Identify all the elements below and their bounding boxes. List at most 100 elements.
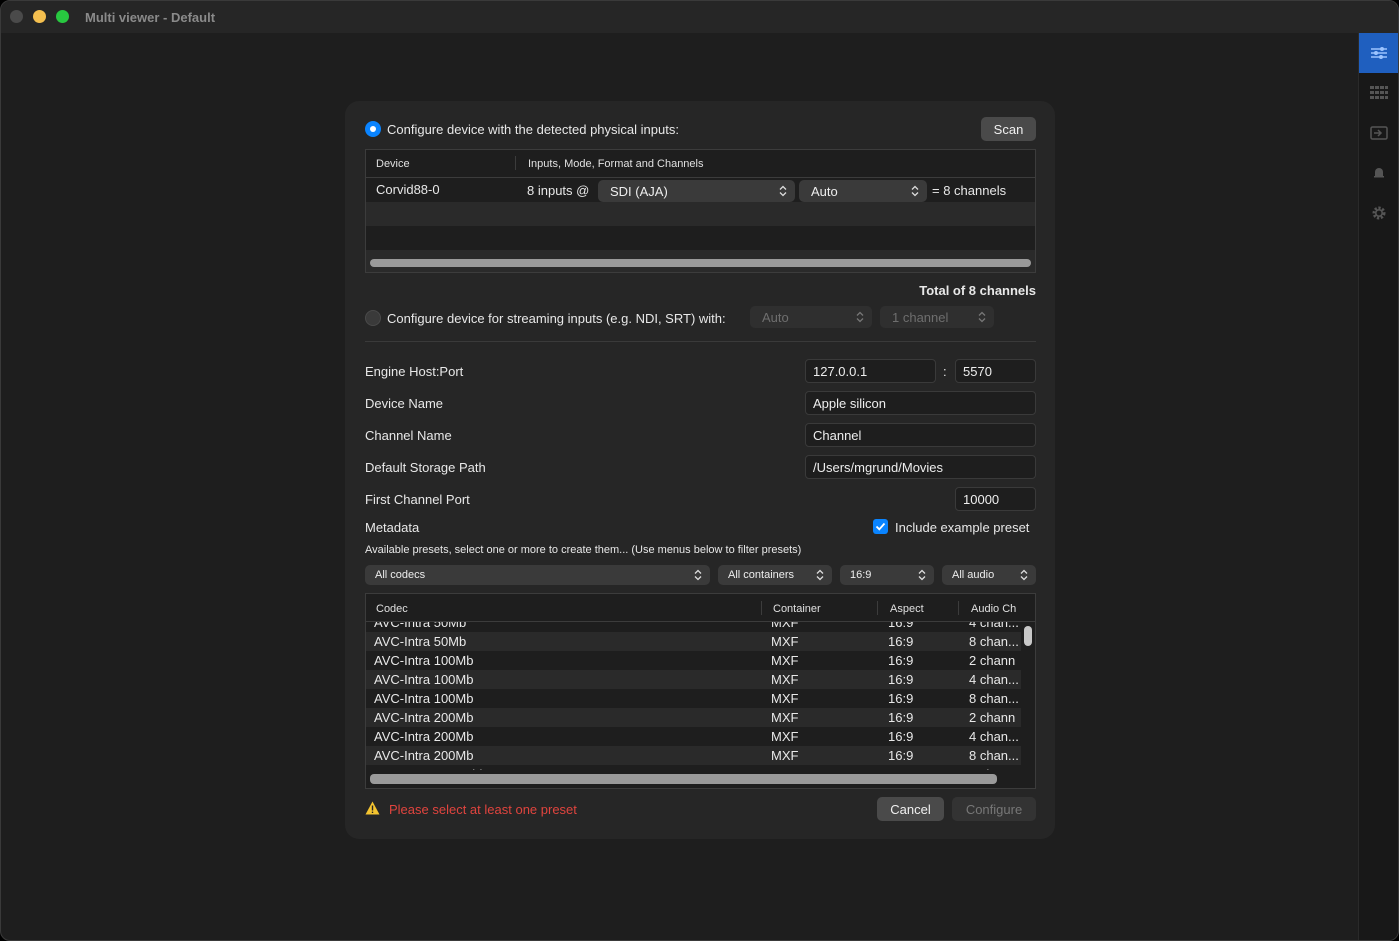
preset-container-cell: MXF: [771, 729, 799, 744]
metadata-label: Metadata: [365, 520, 420, 535]
vertical-scrollbar-track: [1021, 622, 1035, 770]
horizontal-scrollbar[interactable]: [370, 259, 1031, 267]
channels-cell: = 8 channels: [932, 183, 1007, 198]
header-divider: [366, 621, 1035, 622]
maximize-window-button[interactable]: [56, 10, 69, 23]
preset-container-cell: MXF: [771, 710, 799, 725]
vertical-scrollbar[interactable]: [1024, 626, 1032, 646]
preset-aspect-cell: 16:9: [888, 691, 914, 706]
mode-value: SDI (AJA): [610, 183, 668, 199]
grid-button[interactable]: [1359, 73, 1398, 113]
storage-path-field[interactable]: /Users/mgrund/Movies: [805, 455, 1036, 479]
input-button[interactable]: [1359, 113, 1398, 153]
preset-aspect-cell: 16:9: [888, 653, 914, 668]
first-port-field[interactable]: 10000: [955, 487, 1036, 511]
settings-button[interactable]: [1359, 193, 1398, 233]
chevron-updown-icon: [779, 185, 787, 197]
streaming-format-popup[interactable]: Auto: [750, 306, 872, 328]
preset-container-cell: MXF: [771, 748, 799, 763]
device-row[interactable]: Corvid88-0 8 inputs @ SDI (AJA) Auto = 8…: [366, 178, 1035, 202]
physical-inputs-label: Configure device with the detected physi…: [387, 122, 679, 137]
cancel-button[interactable]: Cancel: [877, 797, 944, 821]
include-example-checkbox[interactable]: [873, 519, 888, 534]
horizontal-scrollbar[interactable]: [370, 774, 997, 784]
preset-row[interactable]: AVC-Intra 200Mb MXF 16:9 2 chann: [366, 708, 1021, 727]
configure-device-dialog: Configure device with the detected physi…: [345, 101, 1055, 839]
inputs-column-header[interactable]: Inputs, Mode, Format and Channels: [528, 158, 703, 170]
streaming-channels-popup[interactable]: 1 channel: [880, 306, 994, 328]
bell-icon: [1374, 168, 1384, 178]
preset-row[interactable]: AVC-Intra 50Mb MXF 16:9 8 chan...: [366, 632, 1021, 651]
sliders-icon: [1371, 47, 1387, 59]
streaming-format-value: Auto: [762, 309, 789, 325]
preset-row[interactable]: AVC-Intra 200Mb MXF 16:9 8 chan...: [366, 746, 1021, 765]
container-filter-popup[interactable]: All containers: [718, 565, 832, 585]
preset-row[interactable]: AVC-Intra 100Mb MXF 16:9 8 chan...: [366, 689, 1021, 708]
device-name-label: Device Name: [365, 396, 444, 411]
preset-audio-cell: 4 chan...: [969, 672, 1019, 687]
preset-row[interactable]: AVC-Intra 200Mb MXF 16:9 4 chan...: [366, 727, 1021, 746]
preset-container-cell: MXF: [771, 634, 799, 649]
scan-button[interactable]: Scan: [981, 117, 1036, 141]
sliders-button[interactable]: [1359, 33, 1398, 73]
preset-codec-cell: AVC-Intra 50Mb: [374, 634, 467, 649]
preset-codec-cell: AVC-Intra 100Mb: [374, 691, 474, 706]
warning-icon: [365, 801, 380, 815]
chevron-updown-icon: [1020, 569, 1028, 581]
storage-path-label: Default Storage Path: [365, 460, 486, 475]
audio-filter-value: All audio: [952, 569, 995, 581]
codec-filter-popup[interactable]: All codecs: [365, 565, 710, 585]
channel-name-field[interactable]: Channel: [805, 423, 1036, 447]
preset-audio-cell: 2 chann: [969, 710, 1016, 725]
device-name-cell: Corvid88-0: [376, 182, 440, 197]
empty-row: [366, 202, 1035, 226]
window-title: Multi viewer - Default: [85, 10, 216, 25]
preset-row[interactable]: AVC-Intra 100Mb MXF 16:9 2 chann: [366, 651, 1021, 670]
close-window-button[interactable]: [10, 10, 23, 23]
warning-message: Please select at least one preset: [389, 802, 577, 817]
preset-row[interactable]: AVC-Intra 100Mb MXF 16:9 4 chan...: [366, 670, 1021, 689]
port-field[interactable]: 5570: [955, 359, 1036, 383]
chevron-updown-icon: [816, 569, 824, 581]
preset-audio-cell: 4 chan...: [969, 729, 1019, 744]
presets-table: Codec Container Aspect Audio Ch AVC-Intr…: [365, 593, 1036, 789]
configure-button[interactable]: Configure: [952, 797, 1036, 821]
minimize-window-button[interactable]: [33, 10, 46, 23]
physical-inputs-radio[interactable]: [365, 121, 381, 137]
mode-popup[interactable]: SDI (AJA): [598, 180, 795, 202]
device-column-header[interactable]: Device: [376, 158, 410, 170]
grid-icon: [1370, 86, 1388, 99]
first-port-label: First Channel Port: [365, 492, 470, 507]
include-example-label[interactable]: Include example preset: [895, 520, 1029, 535]
codec-column-header[interactable]: Codec: [376, 603, 408, 615]
container-column-header[interactable]: Container: [773, 603, 821, 615]
audio-column-header[interactable]: Audio Ch: [971, 603, 1016, 615]
preset-aspect-cell: 16:9: [888, 748, 914, 763]
chevron-updown-icon: [978, 311, 986, 323]
scrollbar-track: [366, 250, 1035, 272]
chevron-updown-icon: [856, 311, 864, 323]
bell-button[interactable]: [1359, 153, 1398, 193]
input-icon: [1370, 126, 1388, 140]
device-name-field[interactable]: Apple silicon: [805, 391, 1036, 415]
audio-filter-popup[interactable]: All audio: [942, 565, 1036, 585]
right-toolbar: [1358, 33, 1398, 940]
app-window: Multi viewer - Default Configure device …: [0, 0, 1399, 941]
host-field[interactable]: 127.0.0.1: [805, 359, 936, 383]
presets-hint: Available presets, select one or more to…: [365, 544, 802, 556]
host-port-separator: :: [943, 364, 947, 379]
gear-icon: [1372, 206, 1386, 220]
aspect-filter-popup[interactable]: 16:9: [840, 565, 934, 585]
preset-audio-cell: 8 chan...: [969, 691, 1019, 706]
streaming-inputs-radio[interactable]: [365, 310, 381, 326]
preset-audio-cell: 2 chann: [969, 653, 1016, 668]
format-value: Auto: [811, 183, 838, 199]
format-popup[interactable]: Auto: [799, 180, 927, 202]
preset-container-cell: MXF: [771, 672, 799, 687]
host-port-label: Engine Host:Port: [365, 364, 464, 379]
column-divider: [515, 156, 516, 170]
device-table: Device Inputs, Mode, Format and Channels…: [365, 149, 1036, 273]
streaming-channels-value: 1 channel: [892, 309, 949, 325]
preset-aspect-cell: 16:9: [888, 672, 914, 687]
aspect-column-header[interactable]: Aspect: [890, 603, 924, 615]
